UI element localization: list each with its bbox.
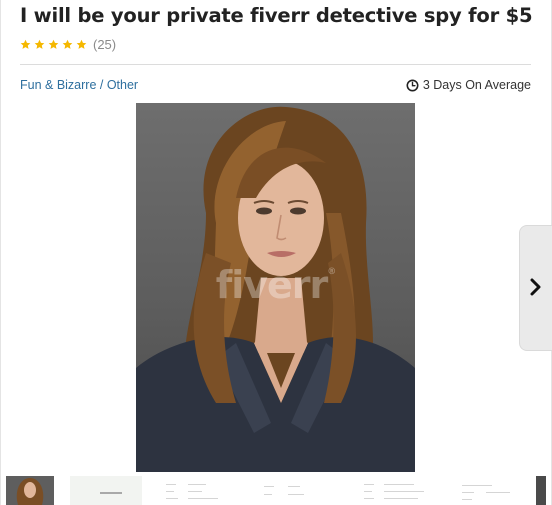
watermark-registered-mark: ®	[327, 267, 336, 277]
gallery-thumbnail-1[interactable]	[6, 476, 54, 505]
rating[interactable]: (25)	[20, 36, 116, 52]
frame-left-border	[0, 0, 1, 505]
gallery-thumbnail-6[interactable]	[456, 476, 526, 505]
gallery-next-button[interactable]	[519, 225, 552, 351]
chevron-right-icon	[530, 278, 541, 296]
gig-title: I will be your private fiverr detective …	[20, 4, 533, 27]
gallery-thumbnail-3[interactable]	[160, 476, 230, 505]
clock-icon	[406, 79, 419, 91]
gallery-thumbnail-2[interactable]	[70, 476, 142, 505]
gallery-thumbnail-7[interactable]	[536, 476, 546, 505]
star-icon	[48, 39, 59, 50]
watermark-text: fiverr	[215, 263, 329, 307]
delivery-time: 3 Days On Average	[406, 78, 531, 92]
star-icon	[62, 39, 73, 50]
rating-count: (25)	[93, 36, 117, 52]
gallery-thumbnails	[0, 476, 552, 505]
header-divider	[20, 64, 531, 65]
category-breadcrumb[interactable]: Fun & Bizarre / Other	[20, 78, 138, 92]
star-icon	[76, 39, 87, 50]
star-icon	[34, 39, 45, 50]
star-icon	[20, 39, 31, 50]
gallery-thumbnail-5[interactable]	[358, 476, 438, 505]
gallery-thumbnail-4[interactable]	[258, 476, 330, 505]
gig-main-image[interactable]: fiverr®	[136, 103, 415, 472]
fiverr-watermark: fiverr®	[136, 263, 415, 307]
delivery-label: 3 Days On Average	[422, 78, 531, 92]
